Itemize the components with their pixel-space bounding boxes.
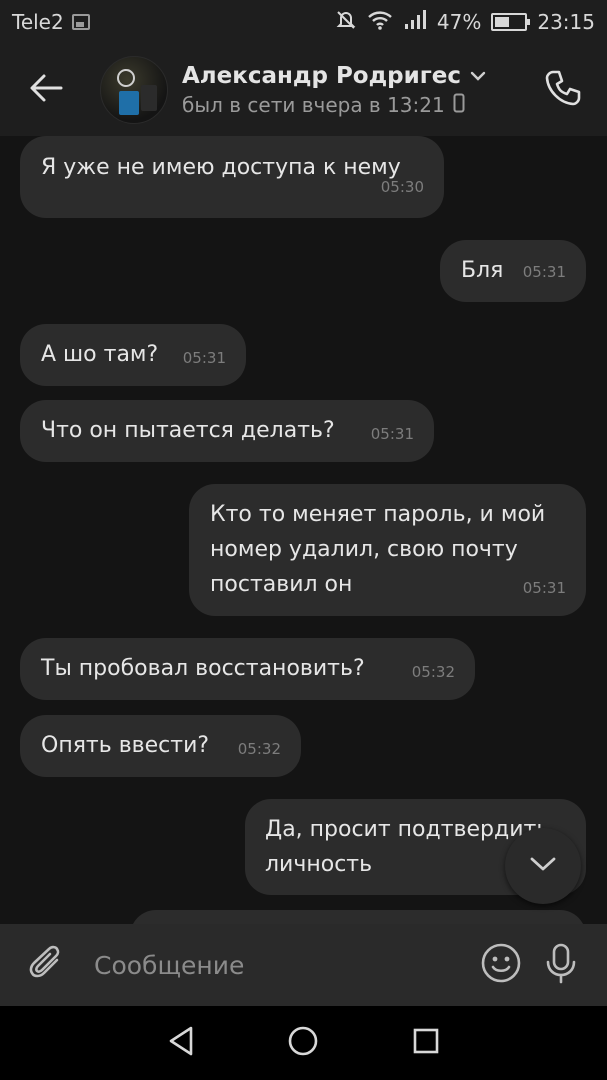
back-arrow-icon	[29, 73, 63, 107]
message-outgoing[interactable]: Бля 05:31	[440, 240, 586, 302]
emoji-button[interactable]	[473, 924, 529, 1006]
message-outgoing-partial[interactable]	[130, 910, 586, 924]
clock: 23:15	[537, 10, 595, 34]
nav-home-button[interactable]	[279, 1019, 327, 1067]
contact-name: Александр Родригес	[182, 63, 462, 89]
back-button[interactable]	[0, 44, 92, 136]
recents-square-icon	[411, 1026, 441, 1060]
call-button[interactable]	[541, 68, 585, 112]
message-list[interactable]: Я уже не имею доступа к нему 05:30 Бля 0…	[0, 136, 607, 924]
battery-icon	[491, 13, 531, 31]
wifi-icon	[367, 9, 393, 36]
message-time: 05:32	[411, 663, 455, 681]
home-circle-icon	[286, 1024, 320, 1062]
message-time: 05:32	[237, 740, 281, 758]
scroll-to-bottom-button[interactable]	[505, 828, 581, 904]
last-seen-status: был в сети вчера в 13:21	[182, 93, 445, 117]
message-time: 05:31	[522, 579, 566, 597]
message-incoming[interactable]: Что он пытается делать? 05:31	[20, 400, 434, 462]
message-outgoing[interactable]: Кто то меняет пароль, и мой номер удалил…	[189, 484, 586, 616]
system-nav-bar	[0, 1006, 607, 1080]
mute-icon	[335, 9, 357, 36]
contact-info[interactable]: Александр Родригес был в сети вчера в 13…	[182, 63, 487, 117]
chevron-down-icon	[529, 855, 557, 877]
nav-back-button[interactable]	[157, 1019, 205, 1067]
emoji-icon	[480, 942, 522, 988]
phone-icon	[543, 68, 583, 112]
chevron-down-icon	[469, 67, 487, 86]
avatar[interactable]	[100, 56, 168, 124]
paperclip-icon	[27, 943, 67, 987]
mobile-device-icon	[453, 93, 465, 117]
message-incoming[interactable]: Опять ввести? 05:32	[20, 715, 301, 777]
message-time: 05:31	[370, 425, 414, 443]
message-time: 05:30	[380, 178, 424, 196]
message-text: номер удалил, свою почту	[210, 537, 518, 562]
message-incoming[interactable]: Я уже не имею доступа к нему 05:30	[20, 136, 444, 218]
message-time: 05:31	[522, 263, 566, 281]
carrier-label: Tele2	[12, 10, 64, 34]
status-bar: Tele2 47% 23:15	[0, 0, 607, 44]
message-composer	[0, 924, 607, 1006]
message-text: Кто то меняет пароль, и мой	[210, 502, 546, 527]
image-icon	[71, 14, 90, 30]
chat-header: Александр Родригес был в сети вчера в 13…	[0, 44, 607, 136]
message-time: 05:31	[182, 349, 226, 367]
message-incoming[interactable]: А шо там? 05:31	[20, 324, 246, 386]
back-triangle-icon	[166, 1024, 196, 1062]
battery-percent: 47%	[436, 10, 482, 34]
microphone-icon	[543, 942, 579, 988]
attach-button[interactable]	[0, 924, 94, 1006]
message-input[interactable]	[94, 924, 473, 1006]
message-text: Я уже не имею доступа к нему	[41, 155, 401, 180]
voice-message-button[interactable]	[529, 924, 593, 1006]
message-text: Ты пробовал восстановить?	[41, 656, 365, 681]
message-incoming[interactable]: Ты пробовал восстановить? 05:32	[20, 638, 475, 700]
nav-recents-button[interactable]	[402, 1019, 450, 1067]
signal-icon	[403, 9, 427, 36]
